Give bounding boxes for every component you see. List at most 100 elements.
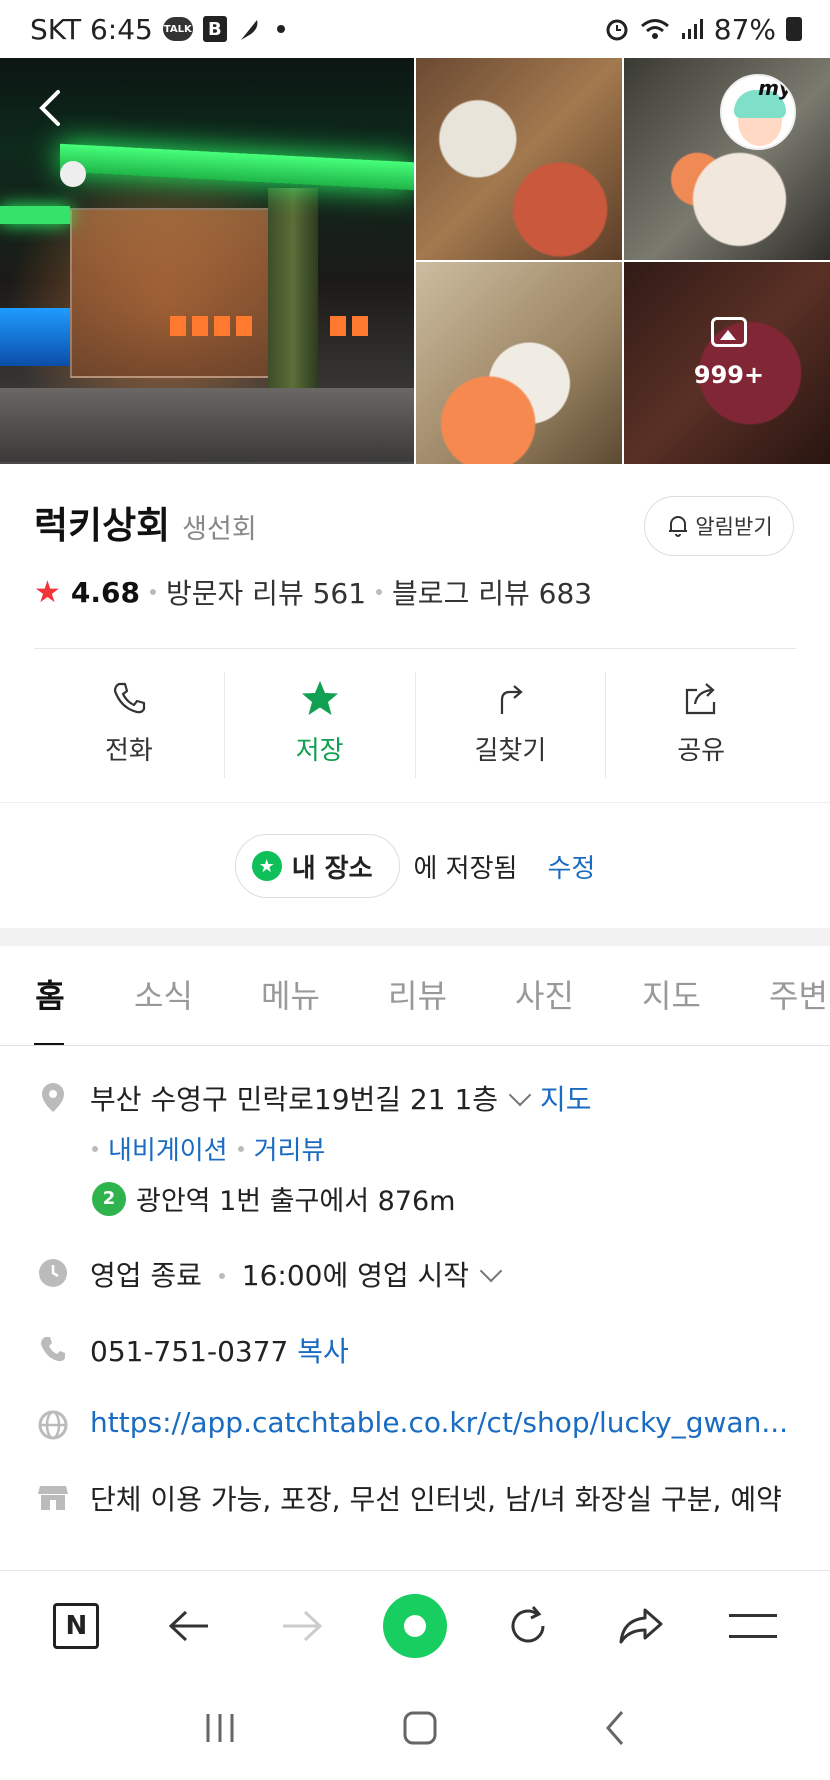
hours-row[interactable]: 영업 종료 16:00에 영업 시작 [36, 1254, 796, 1294]
phone-icon [113, 682, 145, 714]
clock-icon [36, 1256, 70, 1290]
store-icon [36, 1480, 70, 1514]
hours-next: 16:00에 영업 시작 [241, 1259, 470, 1292]
star-icon [301, 681, 338, 715]
directions-label: 길찾기 [474, 736, 547, 766]
share-label: 공유 [677, 736, 726, 766]
naver-home-button[interactable]: N [41, 1591, 111, 1661]
amenities-text: 단체 이용 가능, 포장, 무선 인터넷, 남/녀 화장실 구분, 예약 [90, 1483, 782, 1516]
reload-icon [511, 1605, 545, 1642]
map-link[interactable]: 지도 [540, 1083, 592, 1116]
share-page-button[interactable] [606, 1591, 676, 1661]
system-back-button[interactable] [600, 1708, 630, 1752]
place-name: 럭키상회 [34, 504, 171, 547]
directions-icon [501, 685, 524, 714]
call-button[interactable]: 전화 [34, 672, 225, 778]
tab-home[interactable]: 홈 [0, 946, 100, 1045]
action-bar: 전화 저장 길찾기 공유 [34, 672, 796, 778]
chevron-left-icon [606, 1711, 624, 1745]
place-info: 부산 수영구 민락로19번길 21 1층 지도 내비게이션 거리뷰 2 광안역 1… [36, 1078, 796, 1518]
naver-n-icon: N [53, 1602, 100, 1649]
address-row: 부산 수영구 민락로19번길 21 1층 지도 [36, 1078, 796, 1118]
recent-apps-button[interactable] [200, 1710, 240, 1750]
more-photos-count: 999+ [693, 361, 765, 389]
tab-news[interactable]: 소식 [100, 946, 227, 1045]
chevron-left-icon [39, 90, 60, 126]
avatar-label: my [758, 76, 792, 100]
divider [34, 648, 796, 649]
battery-icon [786, 17, 802, 41]
b-app-icon: B [202, 16, 227, 42]
phone-icon [36, 1332, 70, 1366]
notification-dot-icon [276, 25, 285, 33]
navigation-link[interactable]: 내비게이션 [108, 1130, 228, 1167]
food-photo-more[interactable]: 999+ [624, 262, 830, 464]
subway-info: 2 광안역 1번 출구에서 876m [92, 1179, 796, 1218]
notify-label: 알림받기 [695, 515, 773, 539]
hours-status: 영업 종료 [90, 1259, 202, 1292]
chevron-down-icon[interactable] [508, 1083, 532, 1107]
photo-gallery: 999+ [0, 58, 830, 464]
tab-menu[interactable]: 메뉴 [227, 946, 354, 1045]
more-photos-overlay: 999+ [624, 317, 830, 389]
food-photo-3[interactable] [416, 262, 622, 464]
image-icon [711, 317, 747, 347]
arrow-left-icon [169, 1610, 209, 1641]
status-bar: SKT 6:45 TALK B 87% [0, 0, 830, 58]
tab-photos[interactable]: 사진 [481, 946, 608, 1045]
copy-phone-link[interactable]: 복사 [297, 1335, 349, 1368]
tab-reviews[interactable]: 리뷰 [354, 946, 481, 1045]
tab-map[interactable]: 지도 [608, 946, 735, 1045]
edit-saved-link[interactable]: 수정 [547, 848, 595, 885]
visitor-reviews-link[interactable]: 방문자 리뷰 561 [166, 572, 366, 612]
my-places-label: 내 장소 [291, 853, 373, 884]
share-arrow-icon [619, 1608, 663, 1643]
globe-icon [36, 1408, 70, 1442]
place-header: 럭키상회 생선회 [34, 495, 257, 549]
streetview-link[interactable]: 거리뷰 [254, 1130, 326, 1167]
rating-star-icon: ★ [34, 574, 61, 610]
battery-percent: 87% [713, 12, 776, 46]
place-category: 생선회 [182, 514, 257, 545]
location-pin-icon [36, 1080, 70, 1114]
menu-button[interactable] [718, 1591, 788, 1661]
notify-button[interactable]: 알림받기 [644, 496, 794, 556]
my-places-chip[interactable]: ★ 내 장소 [234, 834, 400, 898]
wifi-icon [640, 17, 670, 41]
home-button[interactable] [400, 1708, 440, 1752]
saved-status: ★ 내 장소 에 저장됨 수정 [0, 834, 830, 898]
website-link[interactable]: https://app.catchtable.co.kr/ct/shop/luc… [90, 1406, 788, 1439]
website-row: https://app.catchtable.co.kr/ct/shop/luc… [36, 1406, 796, 1442]
back-button[interactable] [32, 88, 72, 128]
chevron-down-icon[interactable] [479, 1259, 503, 1283]
browser-back-button[interactable] [154, 1591, 224, 1661]
alarm-icon [604, 16, 630, 42]
my-profile-avatar[interactable]: my [720, 74, 796, 150]
blog-reviews-link[interactable]: 블로그 리뷰 683 [392, 572, 592, 612]
share-button[interactable]: 공유 [606, 672, 796, 778]
amenities-row: 단체 이용 가능, 포장, 무선 인터넷, 남/녀 화장실 구분, 예약 [36, 1478, 796, 1518]
save-label: 저장 [295, 736, 344, 766]
reload-button[interactable] [493, 1591, 563, 1661]
arrow-right-icon [283, 1610, 323, 1641]
green-dot-button[interactable] [380, 1591, 450, 1661]
kakaotalk-icon: TALK [162, 17, 193, 41]
directions-button[interactable]: 길찾기 [416, 672, 607, 778]
saved-suffix: 에 저장됨 [413, 853, 518, 884]
carrier-time: SKT 6:45 [30, 12, 153, 46]
call-label: 전화 [104, 736, 153, 766]
home-square-icon [403, 1711, 437, 1745]
food-photo-1[interactable] [416, 58, 622, 260]
green-circle-icon [382, 1593, 447, 1658]
phone-number[interactable]: 051-751-0377 [90, 1335, 288, 1368]
hamburger-icon [729, 1613, 778, 1638]
rating-row: ★ 4.68 방문자 리뷰 561 블로그 리뷰 683 [34, 572, 592, 612]
browser-toolbar: N [0, 1570, 830, 1680]
tab-nearby[interactable]: 주변 [735, 946, 830, 1045]
browser-forward-button[interactable] [267, 1591, 337, 1661]
green-star-icon: ★ [251, 851, 282, 881]
recent-apps-icon [206, 1714, 234, 1742]
save-button[interactable]: 저장 [225, 672, 416, 778]
address-text: 부산 수영구 민락로19번길 21 1층 [90, 1083, 499, 1116]
section-tabs: 홈 소식 메뉴 리뷰 사진 지도 주변 [0, 946, 830, 1046]
